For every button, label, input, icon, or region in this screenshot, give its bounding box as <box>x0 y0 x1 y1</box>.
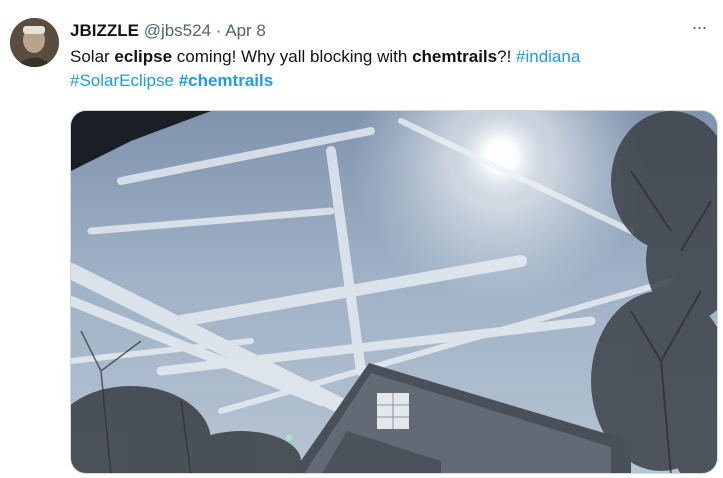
author-name[interactable]: JBIZZLE <box>70 21 139 40</box>
author-handle[interactable]: @jbs524 <box>144 21 211 40</box>
tweet-date[interactable]: Apr 8 <box>225 21 266 40</box>
hashtag-chemtrails[interactable]: #chemtrails <box>179 71 274 90</box>
sky-photo <box>71 111 717 473</box>
hashtag-indiana[interactable]: #indiana <box>516 47 580 66</box>
avatar[interactable] <box>10 18 59 67</box>
tweet-header: JBIZZLE @jbs524 · Apr 8 <box>70 20 683 42</box>
text-part: Solar <box>70 47 115 66</box>
text-keyword-chemtrails: chemtrails <box>412 47 498 66</box>
tweet-text: Solar eclipse coming! Why yall blocking … <box>70 45 710 93</box>
text-keyword-eclipse: eclipse <box>114 47 173 66</box>
text-part: ?! <box>497 47 517 66</box>
more-horizontal-icon[interactable]: ··· <box>687 18 711 42</box>
hashtag-solareclipse[interactable]: #SolarEclipse <box>70 71 174 90</box>
tweet-photo[interactable] <box>70 110 718 474</box>
tweet[interactable]: JBIZZLE @jbs524 · Apr 8 ··· Solar eclips… <box>0 0 723 478</box>
separator: · <box>215 21 222 40</box>
text-part: coming! Why yall blocking with <box>172 47 413 66</box>
